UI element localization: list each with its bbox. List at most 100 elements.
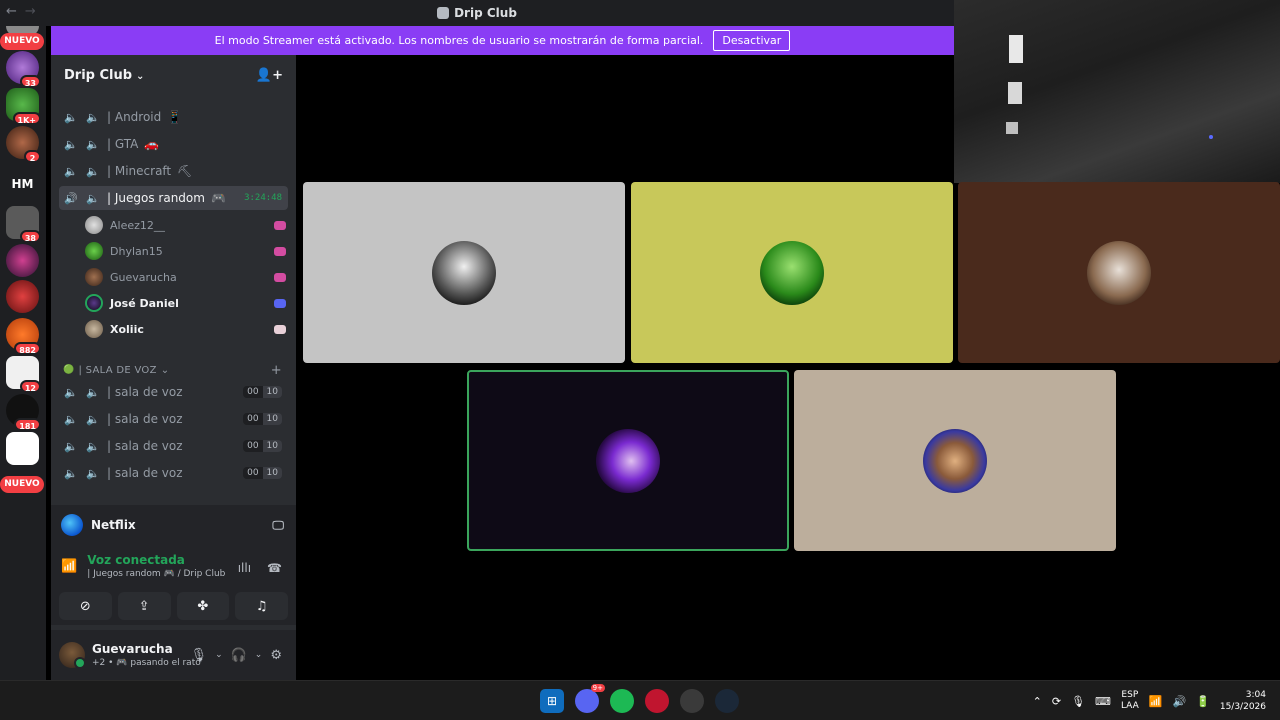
speaker-icon: 🔈 xyxy=(64,164,78,178)
voice-channel-juegos-random[interactable]: 🔊 🔈 | Juegos random 🎮 3:24:48 xyxy=(59,186,288,210)
voice-user[interactable]: Dhylan15 xyxy=(85,239,288,263)
avatar xyxy=(760,240,824,305)
voice-status[interactable]: 📶 Voz conectada | Juegos random 🎮 / Drip… xyxy=(61,553,225,579)
keyboard-layout: LAA xyxy=(1120,701,1139,711)
server-icon[interactable] xyxy=(6,244,39,277)
camera-off-button[interactable]: ⊘ xyxy=(59,592,112,620)
user-count: 00 xyxy=(243,467,263,479)
window-title-text: Drip Club xyxy=(454,6,517,20)
server-icon[interactable]: 38 xyxy=(6,206,41,243)
taskbar-apps: ⊞ 9+ xyxy=(540,684,739,713)
server-icon[interactable]: 2 xyxy=(6,126,41,163)
server-icon[interactable]: 12 xyxy=(6,356,41,393)
add-person-icon[interactable]: 👤+ xyxy=(256,68,283,83)
server-hm[interactable]: HM xyxy=(6,168,39,201)
voice-user-name: Dhylan15 xyxy=(110,244,163,258)
clock-date: 15/3/2026 xyxy=(1219,702,1266,712)
clock-time: 3:04 xyxy=(1245,690,1266,700)
voice-user[interactable]: Guevarucha xyxy=(85,265,288,289)
window-title: Drip Club xyxy=(0,6,954,20)
taskbar: ⊞ 9+ ⌃ ⟳ 🎙 ⌨ ESP LAA 📶 🔊 🔋 3:04 15/3/202… xyxy=(0,680,1280,720)
channel-name: | sala de voz xyxy=(107,466,183,480)
badge: 12 xyxy=(19,380,41,393)
deactivate-streamer-button[interactable]: Desactivar xyxy=(713,30,791,51)
soundboard-button[interactable]: ♫ xyxy=(235,592,288,620)
spotify-icon[interactable] xyxy=(610,689,634,713)
speaker-icon: 🔈 xyxy=(86,466,100,480)
channel-sidebar: Drip Club ⌄ 👤+ 🔈 🔈 | Android 📱 🔈 🔈 | GTA 🚗 🔈 🔈… xyxy=(51,55,296,680)
channel-emoji: 📱 xyxy=(167,110,183,124)
user-limit: 00 10 xyxy=(243,440,282,452)
screen-share-icon[interactable]: 🖵 xyxy=(272,518,284,533)
streamer-mode-banner: El modo Streamer está activado. Los nomb… xyxy=(51,26,954,55)
sync-icon[interactable]: ⟳ xyxy=(1052,695,1061,708)
speaker-icon: 🔈 xyxy=(64,385,78,399)
server-icon[interactable]: 33 xyxy=(6,51,41,88)
language-indicator[interactable]: ESP LAA xyxy=(1121,690,1139,712)
microphone-icon[interactable]: 🎙 xyxy=(1071,695,1085,708)
participant-tile[interactable] xyxy=(794,370,1116,551)
server-header[interactable]: Drip Club ⌄ 👤+ xyxy=(51,55,296,95)
avatar[interactable] xyxy=(59,642,86,669)
battery-icon[interactable]: 🔋 xyxy=(1196,695,1210,708)
server-icon[interactable]: 181 xyxy=(6,394,41,431)
voice-channel-sala[interactable]: 🔈 🔈 | sala de voz 00 10 xyxy=(59,380,288,404)
voice-user[interactable]: Xoliic xyxy=(85,317,288,341)
chevron-up-icon[interactable]: ⌃ xyxy=(1033,695,1042,708)
user-info[interactable]: Guevarucha +2 • 🎮 pasando el rato xyxy=(92,642,201,668)
keyboard-icon[interactable]: ⌨ xyxy=(1095,695,1111,708)
channel-emoji: ⛏ xyxy=(177,164,193,178)
channel-name: | sala de voz xyxy=(107,412,183,426)
participant-tile[interactable] xyxy=(631,182,953,363)
user-limit: 00 10 xyxy=(243,467,282,479)
server-icon[interactable]: 882 xyxy=(6,318,41,355)
voice-channel-android[interactable]: 🔈 🔈 | Android 📱 xyxy=(59,105,288,129)
opera-icon[interactable] xyxy=(645,689,669,713)
language: ESP xyxy=(1121,690,1139,700)
voice-channel-sala[interactable]: 🔈 🔈 | sala de voz 00 10 xyxy=(59,434,288,458)
badge: 882 xyxy=(14,342,41,355)
clock[interactable]: 3:04 15/3/2026 xyxy=(1220,689,1266,713)
channel-emoji: 🚗 xyxy=(144,137,160,151)
microphone-icon[interactable]: 🎙 xyxy=(191,648,208,663)
category-sala-de-voz[interactable]: 🟢 | SALA DE VOZ ⌄ + xyxy=(63,361,288,379)
obs-icon[interactable] xyxy=(680,689,704,713)
voice-channel-sala[interactable]: 🔈 🔈 | sala de voz 00 10 xyxy=(59,407,288,431)
controller-icon xyxy=(274,298,286,308)
share-screen-button[interactable]: ⇪ xyxy=(117,592,171,620)
chevron-down-icon[interactable]: ⌄ xyxy=(215,650,223,660)
steam-icon[interactable] xyxy=(715,689,739,713)
gear-icon[interactable]: ⚙ xyxy=(270,648,282,663)
server-icon[interactable]: 1K+ xyxy=(6,88,41,125)
headphones-icon[interactable]: 🎧 xyxy=(231,648,247,663)
voice-user-speaking[interactable]: José Daniel xyxy=(85,291,288,315)
activities-button[interactable]: ✤ xyxy=(176,592,230,620)
wifi-icon[interactable]: 📶 xyxy=(1149,695,1163,708)
volume-icon[interactable]: 🔊 xyxy=(1172,695,1186,708)
disconnect-icon[interactable]: ☎ xyxy=(267,561,282,575)
user-controls: 🎙 ⌄ 🎧 ⌄ ⚙ xyxy=(191,648,282,663)
voice-user[interactable]: Aleez12__ xyxy=(85,213,288,237)
window-light xyxy=(1006,122,1018,134)
noise-suppression-icon[interactable]: ıllı xyxy=(238,561,251,575)
voice-channel-minecraft[interactable]: 🔈 🔈 | Minecraft ⛏ xyxy=(59,159,288,183)
voice-controls: ıllı ☎ xyxy=(238,561,282,575)
server-rail: NUEVO 33 1K+ 2 HM 38 882 12 181 NUEVO xyxy=(0,26,46,680)
channel-name: | GTA xyxy=(107,137,139,151)
server-icon[interactable] xyxy=(6,280,39,313)
windows-start-icon[interactable]: ⊞ xyxy=(540,689,564,713)
user-name: Guevarucha xyxy=(92,642,173,656)
participant-tile[interactable] xyxy=(303,182,625,363)
voice-channel-gta[interactable]: 🔈 🔈 | GTA 🚗 xyxy=(59,132,288,156)
channel-emoji: 🎮 xyxy=(210,191,226,205)
voice-user-name: Aleez12__ xyxy=(110,218,165,232)
participant-tile-speaking[interactable] xyxy=(467,370,789,551)
discord-icon[interactable]: 9+ xyxy=(575,684,605,713)
voice-channel-sala[interactable]: 🔈 🔈 | sala de voz 00 10 xyxy=(59,461,288,485)
window-light xyxy=(1008,82,1022,104)
participant-tile[interactable] xyxy=(958,182,1280,363)
add-channel-icon[interactable]: + xyxy=(271,363,282,378)
activity-panel[interactable]: Netflix 🖵 xyxy=(51,505,296,545)
server-icon[interactable] xyxy=(6,432,39,465)
chevron-down-icon[interactable]: ⌄ xyxy=(255,650,263,660)
